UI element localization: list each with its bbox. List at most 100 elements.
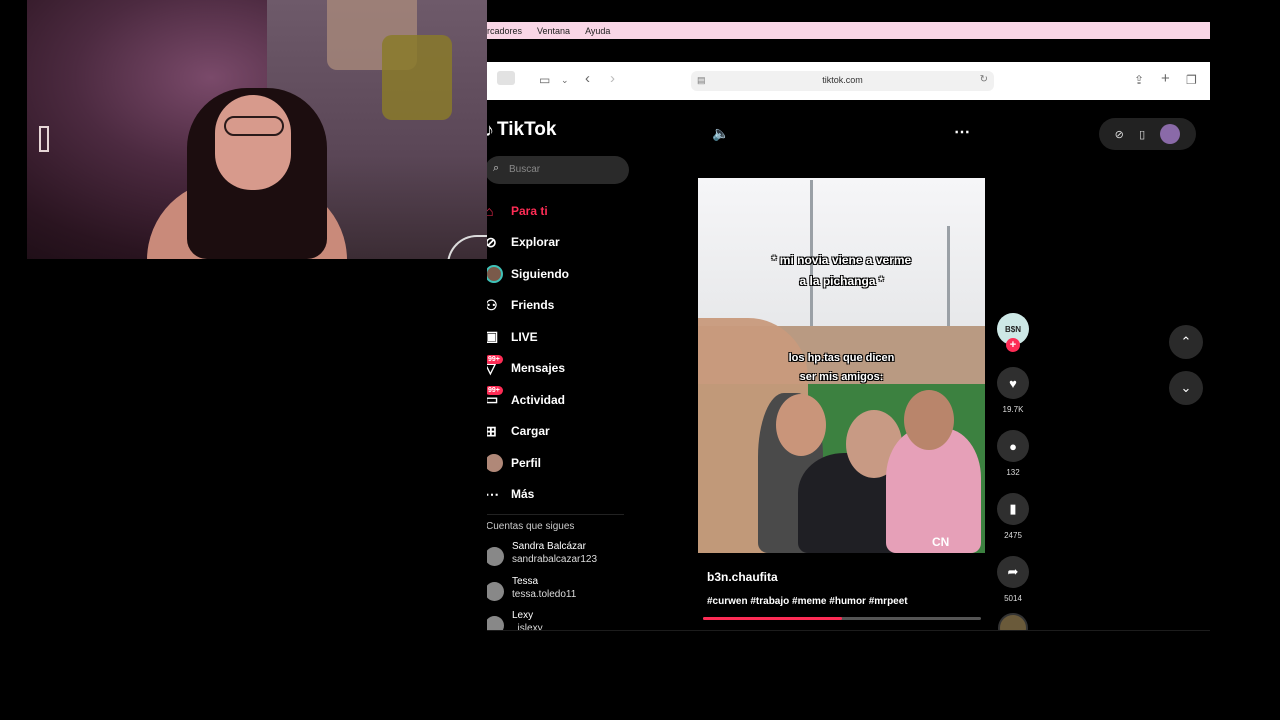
top-right-controls: ⊘ ▯: [1099, 118, 1196, 150]
search-input[interactable]: ⌕ Buscar: [487, 156, 629, 184]
sidebar-item-label: Friends: [511, 298, 555, 313]
address-bar[interactable]: ▤ tiktok.com ↻: [691, 71, 994, 91]
video-watermark: CN: [932, 535, 950, 549]
share-count: 5014: [1004, 594, 1022, 603]
account-name: Sandra Balcázar: [512, 541, 586, 552]
webcam-overlay: [27, 0, 487, 259]
sidebar-item-cargar[interactable]: ⊞ Cargar: [487, 416, 635, 448]
coins-icon[interactable]: ⊘: [1115, 128, 1124, 141]
tiktok-logo[interactable]: ♪ TikTok: [487, 119, 556, 141]
forward-icon[interactable]: ›: [610, 70, 615, 87]
more-options-icon[interactable]: ⋯: [954, 122, 970, 142]
sidebar-item-label: Perfil: [511, 455, 542, 470]
bookmark-icon[interactable]: ▮: [997, 493, 1029, 525]
menu-item-window[interactable]: Ventana: [537, 26, 570, 36]
video-progress-bar[interactable]: [703, 617, 981, 620]
tiktok-page: ♪ TikTok ⌕ Buscar ⌂ Para ti ⊘ Explorar S…: [487, 100, 1210, 631]
sidebar-item-perfil[interactable]: Perfil: [487, 447, 635, 479]
back-icon[interactable]: ‹: [585, 70, 590, 87]
video-author[interactable]: b3n.chaufita: [707, 570, 778, 584]
menu-bar: rcadores Ventana Ayuda: [487, 22, 1210, 39]
share-arrow-icon[interactable]: ➦: [997, 556, 1029, 588]
new-tab-icon[interactable]: +: [1161, 70, 1170, 87]
comment-action[interactable]: ● 132: [996, 430, 1030, 477]
volume-icon[interactable]: 🔈: [712, 125, 729, 142]
sidebar-item-label: LIVE: [511, 329, 538, 344]
like-count: 19.7K: [1002, 405, 1024, 414]
chevron-down-icon: ⌄: [1180, 380, 1192, 395]
following-account[interactable]: Sandra Balcázar sandrabalcazar123: [487, 541, 645, 576]
divider: [487, 514, 624, 515]
share-action[interactable]: ➦ 5014: [996, 556, 1030, 603]
webcam-lamp: [39, 126, 49, 152]
previous-video-button[interactable]: ⌃: [1169, 325, 1203, 359]
sidebar-item-label: Explorar: [511, 235, 560, 250]
sidebar-item-para-ti[interactable]: ⌂ Para ti: [487, 195, 635, 227]
tab-overview-icon[interactable]: [497, 71, 515, 85]
upload-icon: ⊞: [487, 422, 497, 439]
webcam-hanging-bag-2: [382, 35, 452, 120]
friends-icon: ⚇: [487, 296, 498, 313]
home-icon: ⌂: [487, 202, 494, 219]
live-icon: ▣: [487, 328, 499, 345]
video-actions: B$N + ♥ 19.7K ● 132 ▮ 2475 ➦ 5014: [996, 313, 1030, 631]
sidebar-item-actividad[interactable]: 99+ ▭ Actividad: [487, 384, 635, 416]
sidebar-item-siguiendo[interactable]: Siguiendo: [487, 258, 635, 290]
device-icon[interactable]: ▯: [1139, 128, 1145, 141]
tabs-icon[interactable]: ❐: [1186, 73, 1197, 87]
caption-line: ser mis amigos:: [799, 371, 884, 383]
creator-avatar[interactable]: B$N +: [997, 313, 1029, 352]
like-action[interactable]: ♥ 19.7K: [996, 367, 1030, 414]
more-icon: ⋯: [487, 485, 499, 502]
menu-item-help[interactable]: Ayuda: [585, 26, 610, 36]
sidebar-item-friends[interactable]: ⚇ Friends: [487, 290, 635, 322]
reload-icon[interactable]: ↻: [980, 74, 988, 85]
sidebar-item-label: Cargar: [511, 424, 550, 439]
following-account[interactable]: Tessa tessa.toledo11: [487, 576, 645, 611]
follow-plus-icon[interactable]: +: [1006, 338, 1020, 352]
chevron-down-icon[interactable]: ⌄: [561, 75, 569, 86]
next-video-button[interactable]: ⌄: [1169, 371, 1203, 405]
account-username: tessa.toledo11: [512, 588, 577, 600]
video-hashtags[interactable]: #curwen #trabajo #meme #humor #mrpeet: [707, 596, 908, 607]
sidebar-item-live[interactable]: ▣ LIVE: [487, 321, 635, 353]
menu-item-bookmarks[interactable]: rcadores: [487, 26, 522, 36]
save-count: 2475: [1004, 531, 1022, 540]
webcam-person-face: [215, 95, 291, 190]
following-account[interactable]: Lexy _islexy: [487, 610, 645, 631]
sidebar-item-label: Más: [511, 487, 535, 502]
compass-icon: ⊘: [487, 233, 497, 250]
sidebar-item-label: Para ti: [511, 203, 548, 218]
caption-line: los hp.tas que dicen: [788, 352, 895, 364]
sidebar-item-mas[interactable]: ⋯ Más: [487, 479, 635, 511]
caption-line: a la pichanga *: [799, 274, 884, 288]
video-player[interactable]: * mi novia viene a verme a la pichanga *…: [698, 178, 985, 553]
tiktok-logo-text: TikTok: [497, 119, 557, 140]
avatar[interactable]: [1160, 124, 1181, 144]
sidebar-item-mensajes[interactable]: 99+ ▽ Mensajes: [487, 353, 635, 385]
profile-avatar-icon: [487, 453, 511, 472]
video-person-face: [776, 394, 826, 456]
chevron-up-icon: ⌃: [1180, 334, 1192, 349]
sidebar-item-explorar[interactable]: ⊘ Explorar: [487, 227, 635, 259]
notification-badge: 99+: [487, 386, 503, 395]
comment-icon[interactable]: ●: [997, 430, 1029, 462]
avatar: [487, 581, 504, 601]
sidebar-item-label: Actividad: [511, 392, 566, 407]
webcam-person-glasses: [224, 116, 284, 136]
account-name: Lexy: [512, 610, 534, 621]
browser-toolbar: ▭ ⌄ ‹ › ▤ tiktok.com ↻ ⇪ + ❐: [487, 62, 1210, 100]
comment-count: 132: [1006, 468, 1020, 477]
following-section-title: Cuentas que sigues: [487, 521, 575, 532]
notification-badge: 99+: [487, 354, 503, 364]
caption-line: * mi novia viene a verme: [771, 253, 912, 267]
music-disc-icon[interactable]: [998, 613, 1028, 631]
save-action[interactable]: ▮ 2475: [996, 493, 1030, 540]
following-list: Sandra Balcázar sandrabalcazar123 Tessa …: [487, 541, 645, 631]
sidebar-icon[interactable]: ▭: [539, 73, 550, 87]
following-avatar-icon: [487, 264, 511, 283]
video-caption-top: * mi novia viene a verme a la pichanga *: [698, 250, 985, 292]
share-icon[interactable]: ⇪: [1134, 73, 1144, 87]
heart-icon[interactable]: ♥: [997, 367, 1029, 399]
sidebar-item-label: Siguiendo: [511, 266, 569, 281]
